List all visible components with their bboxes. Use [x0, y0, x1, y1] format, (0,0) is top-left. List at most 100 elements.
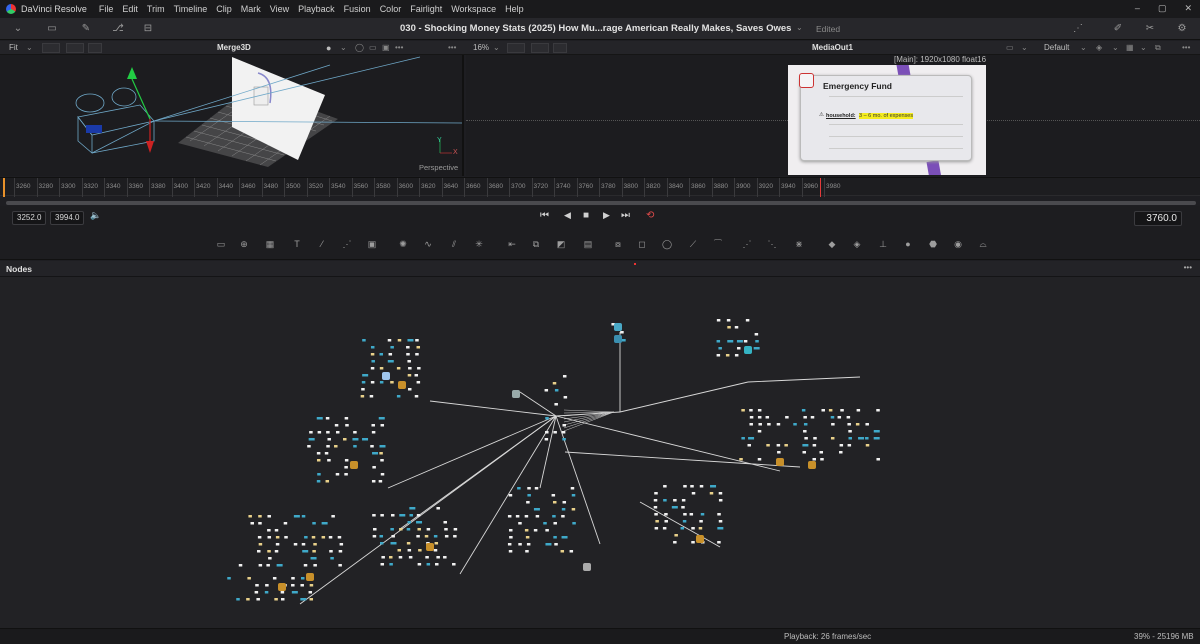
out-point-field[interactable]: 3994.0 [50, 211, 85, 225]
scrub-bar[interactable] [6, 201, 1196, 205]
menu-fusion[interactable]: Fusion [344, 4, 371, 14]
menu-color[interactable]: Color [380, 4, 402, 14]
play-reverse-button[interactable]: ◀ [564, 210, 571, 221]
stop-button[interactable]: ■ [583, 210, 589, 221]
chevron-down-icon[interactable]: ⌄ [796, 23, 803, 32]
menu-clip[interactable]: Clip [216, 4, 232, 14]
view-b-button[interactable] [66, 43, 84, 53]
in-point-field[interactable]: 3252.0 [12, 211, 47, 225]
tool-10-icon[interactable]: ⫽ [448, 238, 460, 250]
view-mode-dropdown[interactable]: Default [1044, 43, 1069, 52]
view-b-button[interactable] [531, 43, 549, 53]
nodes-menu-button[interactable]: ••• [1184, 263, 1192, 272]
playhead[interactable] [820, 178, 821, 197]
color-circle-icon[interactable]: ● [326, 43, 331, 53]
panel-toggle-icon[interactable]: ⌄ [12, 23, 24, 34]
speaker-icon[interactable]: 🔈 [90, 210, 101, 221]
tool-22-icon[interactable]: ⋱ [766, 238, 778, 250]
menu-file[interactable]: File [99, 4, 114, 14]
tool-11-icon[interactable]: ✳ [473, 238, 485, 250]
snapshot-icon[interactable]: ▣ [382, 43, 390, 52]
tool-27-icon[interactable]: ● [902, 238, 914, 250]
tool-30-icon[interactable]: ⌓ [977, 238, 989, 250]
menu-edit[interactable]: Edit [122, 4, 138, 14]
menu-mark[interactable]: Mark [241, 4, 261, 14]
color-picker-icon[interactable]: ◈ [1096, 43, 1102, 52]
tool-23-icon[interactable]: ⋇ [793, 238, 805, 250]
keyframes-icon[interactable]: ⋰ [1072, 23, 1084, 34]
loop-button[interactable]: ⟲ [646, 210, 654, 221]
gamut-icon[interactable]: ▭ [1006, 43, 1014, 52]
menu-view[interactable]: View [270, 4, 289, 14]
mediaout-viewer[interactable]: [Main]: 1920x1080 float16 Emergency Fund… [466, 55, 1200, 176]
tool-13-icon[interactable]: ⧉ [530, 238, 542, 250]
menu-fairlight[interactable]: Fairlight [410, 4, 442, 14]
view-a-button[interactable] [42, 43, 60, 53]
tool-1-icon[interactable]: ▭ [215, 238, 227, 250]
spline-icon[interactable]: ⊟ [142, 23, 154, 34]
options-button[interactable] [88, 43, 102, 53]
tool-3-icon[interactable]: ▦ [264, 238, 276, 250]
nodes-icon[interactable]: ⎇ [112, 23, 124, 34]
tool-4-icon[interactable]: T [291, 238, 303, 250]
inspector-icon[interactable]: ✂ [1144, 23, 1156, 34]
media-pool-icon[interactable]: ▭ [46, 23, 58, 34]
tool-8-icon[interactable]: ✺ [397, 238, 409, 250]
zoom-dropdown[interactable]: 16% [473, 43, 489, 52]
chevron-down-icon[interactable]: ⌄ [1140, 43, 1147, 52]
close-button[interactable]: ✕ [1184, 3, 1192, 14]
lut-icon[interactable]: ◯ [355, 43, 364, 52]
chevron-down-icon[interactable]: ⌄ [493, 43, 500, 52]
play-forward-button[interactable]: ▶ [603, 210, 610, 221]
tool-16-icon[interactable]: ⧇ [612, 238, 624, 250]
tool-19-icon[interactable]: ⟋ [687, 238, 699, 250]
go-to-start-button[interactable]: ⏮ [540, 210, 549, 221]
metadata-icon[interactable]: ✐ [1112, 23, 1124, 34]
tool-25-icon[interactable]: ◈ [851, 238, 863, 250]
minimize-button[interactable]: – [1135, 3, 1140, 14]
tool-17-icon[interactable]: ◻ [636, 238, 648, 250]
view-a-button[interactable] [507, 43, 525, 53]
tool-7-icon[interactable]: ▣ [366, 238, 378, 250]
chevron-down-icon[interactable]: ⌄ [26, 43, 33, 52]
menu-timeline[interactable]: Timeline [174, 4, 208, 14]
tool-20-icon[interactable]: ⁀ [712, 238, 724, 250]
tool-6-icon[interactable]: ⋰ [341, 238, 353, 250]
viewer-options-icon[interactable]: ••• [395, 43, 403, 52]
tool-24-icon[interactable]: ◆ [826, 238, 838, 250]
tool-2-icon[interactable]: ⊕ [238, 238, 250, 250]
maximize-button[interactable]: ▢ [1158, 3, 1167, 14]
in-marker[interactable] [3, 178, 5, 197]
chevron-down-icon[interactable]: ⌄ [1080, 43, 1087, 52]
tool-5-icon[interactable]: ⁄ [316, 238, 328, 250]
menu-help[interactable]: Help [505, 4, 524, 14]
grid-icon[interactable]: ▦ [1126, 43, 1134, 52]
tool-26-icon[interactable]: ⊥ [877, 238, 889, 250]
checker-icon[interactable]: ⧉ [1155, 43, 1161, 53]
merge3d-viewer[interactable]: Y X Perspective [0, 55, 464, 176]
roi-icon[interactable]: ▭ [369, 43, 377, 52]
more-icon[interactable]: ••• [1182, 43, 1190, 52]
chevron-down-icon[interactable]: ⌄ [1112, 43, 1119, 52]
menu-playback[interactable]: Playback [298, 4, 335, 14]
tool-28-icon[interactable]: ⬣ [927, 238, 939, 250]
tool-21-icon[interactable]: ⋰ [741, 238, 753, 250]
menu-workspace[interactable]: Workspace [451, 4, 496, 14]
effects-icon[interactable]: ✎ [80, 23, 92, 34]
node-graph[interactable] [0, 277, 1200, 628]
go-to-end-button[interactable]: ⏭ [621, 210, 630, 221]
fit-dropdown[interactable]: Fit [9, 43, 18, 52]
tool-15-icon[interactable]: ▤ [582, 238, 594, 250]
menu-trim[interactable]: Trim [147, 4, 165, 14]
tool-12-icon[interactable]: ⇤ [506, 238, 518, 250]
chevron-down-icon[interactable]: ⌄ [340, 43, 347, 52]
settings-icon[interactable]: ⚙ [1176, 23, 1188, 34]
tool-14-icon[interactable]: ◩ [555, 238, 567, 250]
chevron-down-icon[interactable]: ⌄ [1021, 43, 1028, 52]
tool-18-icon[interactable]: ◯ [661, 238, 673, 250]
current-frame-field[interactable]: 3760.0 [1134, 211, 1182, 226]
more-icon[interactable]: ••• [448, 43, 456, 52]
tool-29-icon[interactable]: ◉ [952, 238, 964, 250]
options-button[interactable] [553, 43, 567, 53]
tool-9-icon[interactable]: ∿ [422, 238, 434, 250]
